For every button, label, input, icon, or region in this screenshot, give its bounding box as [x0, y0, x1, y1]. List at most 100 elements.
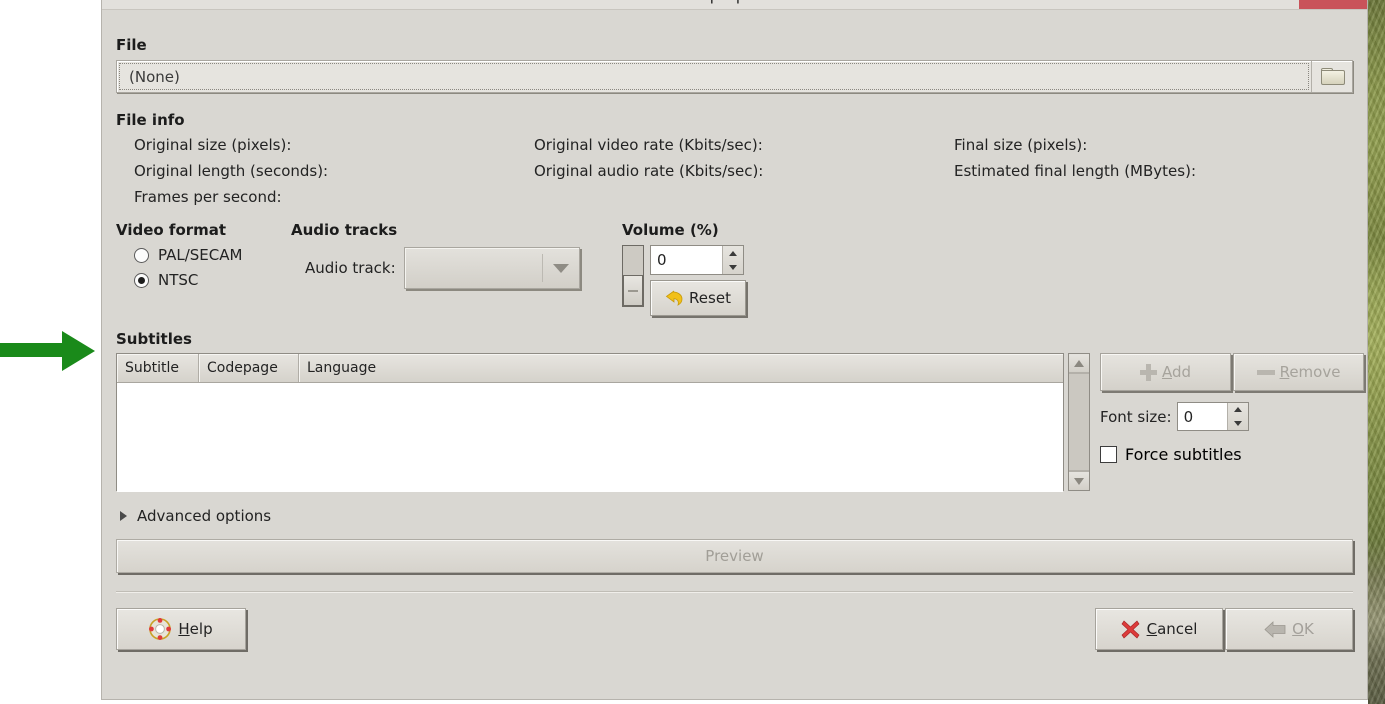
info-label-frames-per-second: Frames per second:	[134, 188, 282, 206]
minimize-button[interactable]	[1231, 0, 1265, 9]
subtitles-group-label: Subtitles	[116, 330, 192, 348]
format-audio-volume-row: Video format PAL/SECAM NTSC Audio tracks…	[116, 221, 1353, 316]
audio-tracks-group: Audio tracks Audio track:	[291, 221, 616, 289]
folder-icon	[1321, 68, 1345, 85]
triangle-down-icon	[1233, 420, 1242, 426]
subtitles-scrollbar[interactable]	[1068, 353, 1090, 491]
confirm-buttons: Cancel OK	[1095, 608, 1353, 650]
radio-pal-secam-label: PAL/SECAM	[158, 246, 243, 264]
scrollbar-track[interactable]	[1069, 373, 1089, 471]
volume-spinbox[interactable]: 0	[650, 245, 744, 275]
gray-arrow-icon	[1264, 620, 1286, 638]
triangle-up-icon	[729, 250, 737, 256]
volume-reset-label: Reset	[689, 289, 731, 307]
scrollbar-down-button[interactable]	[1069, 471, 1089, 490]
radio-ntsc-indicator	[134, 272, 149, 288]
chevron-down-icon	[552, 263, 569, 273]
info-label-spacer-2	[954, 185, 1353, 209]
help-button[interactable]: Help	[116, 608, 246, 650]
audio-track-dropdown[interactable]	[403, 247, 580, 289]
advanced-options-label: Advanced options	[137, 507, 272, 525]
info-label-original-video-rate: Original video rate (Kbits/sec):	[534, 136, 763, 154]
info-label-original-size: Original size (pixels):	[134, 136, 292, 154]
ok-button[interactable]: OK	[1225, 608, 1353, 650]
volume-controls: 0 Reset	[622, 245, 782, 316]
volume-group: Volume (%) 0 Reset	[622, 221, 782, 316]
info-label-final-size: Final size (pixels):	[954, 136, 1088, 154]
bottom-separator	[116, 591, 1353, 592]
add-subtitle-button[interactable]: Add	[1100, 353, 1231, 391]
column-header-codepage[interactable]: Codepage	[199, 354, 299, 382]
lifebuoy-icon	[149, 618, 172, 640]
volume-slider[interactable]	[622, 245, 644, 307]
window-title: File properties	[102, 0, 1367, 4]
force-subtitles-label: Force subtitles	[1125, 445, 1242, 464]
file-group-label: File	[116, 36, 147, 54]
help-button-label-rest: elp	[189, 620, 213, 638]
triangle-right-icon	[120, 511, 127, 521]
file-properties-dialog: DeVeDe File properties ✕ File (None)	[101, 0, 1368, 700]
file-info-group-label: File info	[116, 111, 185, 129]
subtitles-table[interactable]: Subtitle Codepage Language	[116, 353, 1064, 492]
subtitles-table-body[interactable]	[117, 383, 1063, 492]
volume-spin-value[interactable]: 0	[651, 246, 722, 274]
preview-button-label: Preview	[705, 547, 764, 565]
column-header-subtitle[interactable]: Subtitle	[117, 354, 199, 382]
dialog-body: File (None) File info Original size (pix…	[102, 10, 1367, 699]
force-subtitles-checkbox[interactable]	[1100, 446, 1117, 463]
font-size-spin-down-button[interactable]	[1228, 417, 1248, 431]
volume-slider-thumb[interactable]	[623, 275, 643, 306]
cancel-button[interactable]: Cancel	[1095, 608, 1223, 650]
maximize-button[interactable]	[1265, 0, 1299, 9]
audio-track-field-label: Audio track:	[305, 259, 396, 277]
cancel-button-mnemonic: C	[1146, 620, 1158, 638]
remove-button-mnemonic: R	[1279, 363, 1290, 381]
scrollbar-up-button[interactable]	[1069, 354, 1089, 373]
subtitles-side-panel: Add Remove Font size: 0 Force subtitles	[1100, 353, 1364, 491]
advanced-options-expander[interactable]: Advanced options	[116, 507, 1353, 525]
radio-pal-secam[interactable]: PAL/SECAM	[116, 246, 291, 264]
action-button-row: Help Cancel OK	[116, 608, 1353, 650]
ok-button-label-rest: K	[1303, 620, 1314, 638]
file-group: File (None)	[116, 10, 1353, 93]
annotation-arrow	[0, 331, 95, 371]
column-header-language[interactable]: Language	[299, 354, 1063, 382]
audio-tracks-label: Audio tracks	[291, 221, 398, 239]
radio-pal-secam-indicator	[134, 247, 149, 263]
undo-arrow-icon	[665, 290, 683, 306]
close-button[interactable]: ✕	[1299, 0, 1367, 9]
file-path-input[interactable]: (None)	[117, 61, 1311, 92]
triangle-up-icon	[1233, 407, 1242, 413]
file-info-group: File info Original size (pixels): Origin…	[116, 111, 1353, 209]
video-format-group: Video format PAL/SECAM NTSC	[116, 221, 291, 289]
volume-reset-button[interactable]: Reset	[650, 280, 746, 316]
volume-spin-up-button[interactable]	[723, 246, 743, 260]
font-size-spin-up-button[interactable]	[1228, 403, 1248, 417]
volume-label: Volume (%)	[622, 221, 719, 239]
volume-spin-down-button[interactable]	[723, 260, 743, 274]
radio-ntsc[interactable]: NTSC	[116, 271, 291, 289]
ok-button-mnemonic: O	[1292, 620, 1304, 638]
font-size-row: Font size: 0	[1100, 402, 1364, 431]
remove-button-label-rest: emove	[1289, 363, 1341, 381]
subtitles-group: Subtitles Subtitle Codepage Language Add…	[116, 330, 1364, 492]
minus-icon	[1256, 369, 1275, 375]
font-size-spinbox[interactable]: 0	[1176, 402, 1249, 431]
help-button-mnemonic: H	[178, 620, 190, 638]
info-label-original-length: Original length (seconds):	[134, 162, 329, 180]
subtitles-table-header: Subtitle Codepage Language	[117, 354, 1063, 383]
preview-button[interactable]: Preview	[116, 539, 1353, 573]
file-info-grid: Original size (pixels): Original video r…	[116, 133, 1353, 209]
info-label-original-audio-rate: Original audio rate (Kbits/sec):	[534, 162, 764, 180]
volume-right-column: 0 Reset	[650, 245, 746, 316]
remove-subtitle-button[interactable]: Remove	[1233, 353, 1364, 391]
triangle-up-icon	[1074, 359, 1084, 367]
force-subtitles-row[interactable]: Force subtitles	[1100, 445, 1364, 464]
audio-track-row: Audio track:	[291, 247, 616, 289]
file-browse-button[interactable]	[1311, 61, 1352, 92]
close-icon: ✕	[1325, 0, 1341, 4]
desktop-wallpaper	[1368, 0, 1385, 704]
font-size-value[interactable]: 0	[1177, 403, 1227, 430]
window-controls: ✕	[1231, 0, 1367, 9]
title-bar[interactable]: DeVeDe File properties ✕	[102, 0, 1367, 10]
